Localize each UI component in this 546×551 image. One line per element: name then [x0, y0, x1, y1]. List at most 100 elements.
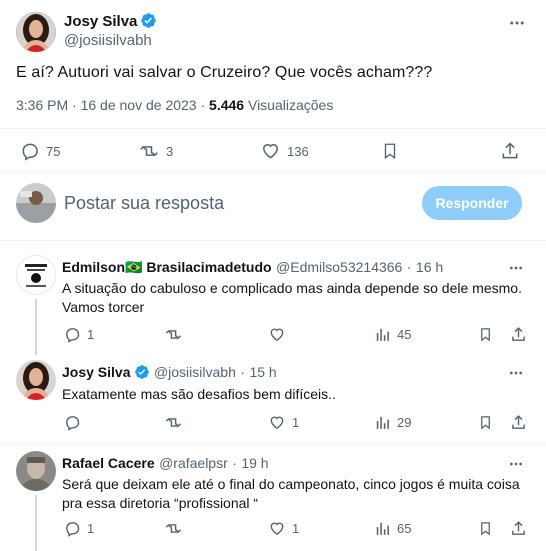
- more-options-icon[interactable]: [508, 456, 524, 472]
- author-avatar[interactable]: [16, 12, 56, 52]
- author-name[interactable]: Josy Silva: [64, 13, 137, 30]
- reply-author-name[interactable]: Edmilson🇧🇷 Brasilacimadetudo: [62, 259, 272, 275]
- reply-icon: [64, 414, 81, 431]
- views-action[interactable]: 45: [374, 326, 411, 343]
- retweet-action[interactable]: 3: [138, 141, 173, 161]
- bookmark-action[interactable]: [478, 326, 493, 343]
- bookmark-icon: [478, 414, 493, 431]
- share-icon: [510, 326, 527, 343]
- share-action[interactable]: [510, 520, 527, 537]
- separator-dot: ·: [200, 97, 206, 113]
- heart-icon: [268, 414, 286, 431]
- bookmark-action[interactable]: [478, 520, 493, 537]
- view-count: 29: [397, 415, 412, 430]
- reply-text-line: pra essa diretoria “profissional “: [62, 495, 259, 511]
- retweet-count: 3: [166, 143, 174, 159]
- view-count: 5.446: [209, 97, 245, 113]
- reply-count: 75: [46, 143, 61, 159]
- like-action[interactable]: [268, 326, 292, 343]
- bookmark-icon: [478, 520, 493, 537]
- views-action[interactable]: 29: [374, 414, 411, 431]
- reply-avatar[interactable]: [16, 360, 56, 400]
- like-action[interactable]: 1: [268, 520, 299, 537]
- separator-dot: ·: [232, 455, 237, 471]
- share-action[interactable]: [500, 141, 520, 161]
- current-user-avatar[interactable]: [16, 183, 56, 223]
- reply-time[interactable]: 15 h: [249, 364, 276, 380]
- reply-text: Será que deixam ele até o final do campe…: [62, 475, 532, 513]
- reply-author-handle[interactable]: @Edmilso53214366: [276, 259, 402, 275]
- reply-count: 1: [87, 521, 95, 536]
- analytics-icon: [374, 326, 391, 343]
- reply-action[interactable]: 1: [64, 520, 94, 537]
- tweet-text: E aí? Autuori vai salvar o Cruzeiro? Que…: [16, 64, 433, 81]
- bookmark-action[interactable]: [381, 141, 399, 161]
- reply-avatar[interactable]: [16, 451, 56, 491]
- reply-text-line: Vamos torcer: [62, 299, 145, 315]
- retweet-action[interactable]: [164, 520, 183, 537]
- divider: [0, 240, 546, 241]
- retweet-icon: [164, 326, 183, 343]
- reply-time[interactable]: 16 h: [416, 259, 443, 275]
- heart-icon: [260, 141, 281, 161]
- thread-line: [35, 299, 37, 355]
- views-action[interactable]: 65: [374, 520, 411, 537]
- retweet-action[interactable]: [164, 414, 183, 431]
- reply-icon: [64, 326, 81, 343]
- separator-dot: ·: [72, 97, 77, 113]
- reply-author-handle[interactable]: @rafaelpsr: [159, 455, 228, 471]
- bookmark-icon: [381, 141, 399, 161]
- more-options-icon[interactable]: [508, 365, 524, 381]
- share-icon: [510, 414, 527, 431]
- reply-author-name[interactable]: Rafael Cacere: [62, 455, 155, 471]
- reply-author-handle[interactable]: @josiisilvabh: [154, 364, 236, 380]
- like-action[interactable]: 136: [260, 141, 309, 161]
- author-handle[interactable]: @josiisilvabh: [64, 31, 157, 50]
- divider: [0, 444, 546, 445]
- tweet-date[interactable]: 16 de nov de 2023: [81, 97, 197, 113]
- heart-icon: [268, 520, 286, 537]
- reply-text: Exatamente mas são desafios bem difíceis…: [62, 385, 532, 404]
- reply-action[interactable]: [64, 414, 87, 431]
- heart-icon: [268, 326, 286, 343]
- bookmark-action[interactable]: [478, 414, 493, 431]
- thread-line: [35, 495, 37, 551]
- view-count: 45: [397, 327, 412, 342]
- separator-dot: ·: [240, 364, 245, 380]
- reply-time[interactable]: 19 h: [241, 455, 268, 471]
- tweet-meta: 3:36 PM · 16 de nov de 2023 · 5.446 Visu…: [16, 97, 333, 113]
- divider: [0, 128, 546, 129]
- reply-text-line: Exatamente mas são desafios bem difíceis…: [62, 386, 336, 402]
- reply-action[interactable]: 75: [20, 141, 60, 161]
- like-action[interactable]: 1: [268, 414, 299, 431]
- retweet-action[interactable]: [164, 326, 183, 343]
- bookmark-icon: [478, 326, 493, 343]
- share-icon: [510, 520, 527, 537]
- reply-action[interactable]: 1: [64, 326, 94, 343]
- like-count: 1: [292, 415, 300, 430]
- reply-icon: [20, 141, 40, 161]
- reply-author-name[interactable]: Josy Silva: [62, 364, 131, 380]
- separator-dot: ·: [406, 259, 412, 275]
- verified-badge-icon: [140, 12, 157, 29]
- more-options-icon[interactable]: [508, 14, 526, 32]
- reply-text: A situação do cabuloso e complicado mas …: [62, 279, 532, 317]
- like-count: 1: [292, 521, 300, 536]
- tweet-time[interactable]: 3:36 PM: [16, 97, 68, 113]
- views-label: Visualizações: [247, 97, 334, 113]
- share-icon: [500, 141, 520, 161]
- reply-avatar[interactable]: [16, 255, 56, 295]
- verified-badge-icon: [134, 364, 150, 380]
- share-action[interactable]: [510, 414, 527, 431]
- like-count: 136: [287, 143, 309, 159]
- share-action[interactable]: [510, 326, 527, 343]
- divider: [0, 172, 546, 173]
- retweet-icon: [138, 141, 160, 161]
- analytics-icon: [374, 520, 391, 537]
- more-options-icon[interactable]: [508, 260, 524, 276]
- reply-icon: [64, 520, 81, 537]
- reply-count: 1: [87, 327, 95, 342]
- reply-input[interactable]: Postar sua resposta: [64, 193, 224, 214]
- reply-button[interactable]: Responder: [422, 186, 522, 220]
- retweet-icon: [164, 414, 183, 431]
